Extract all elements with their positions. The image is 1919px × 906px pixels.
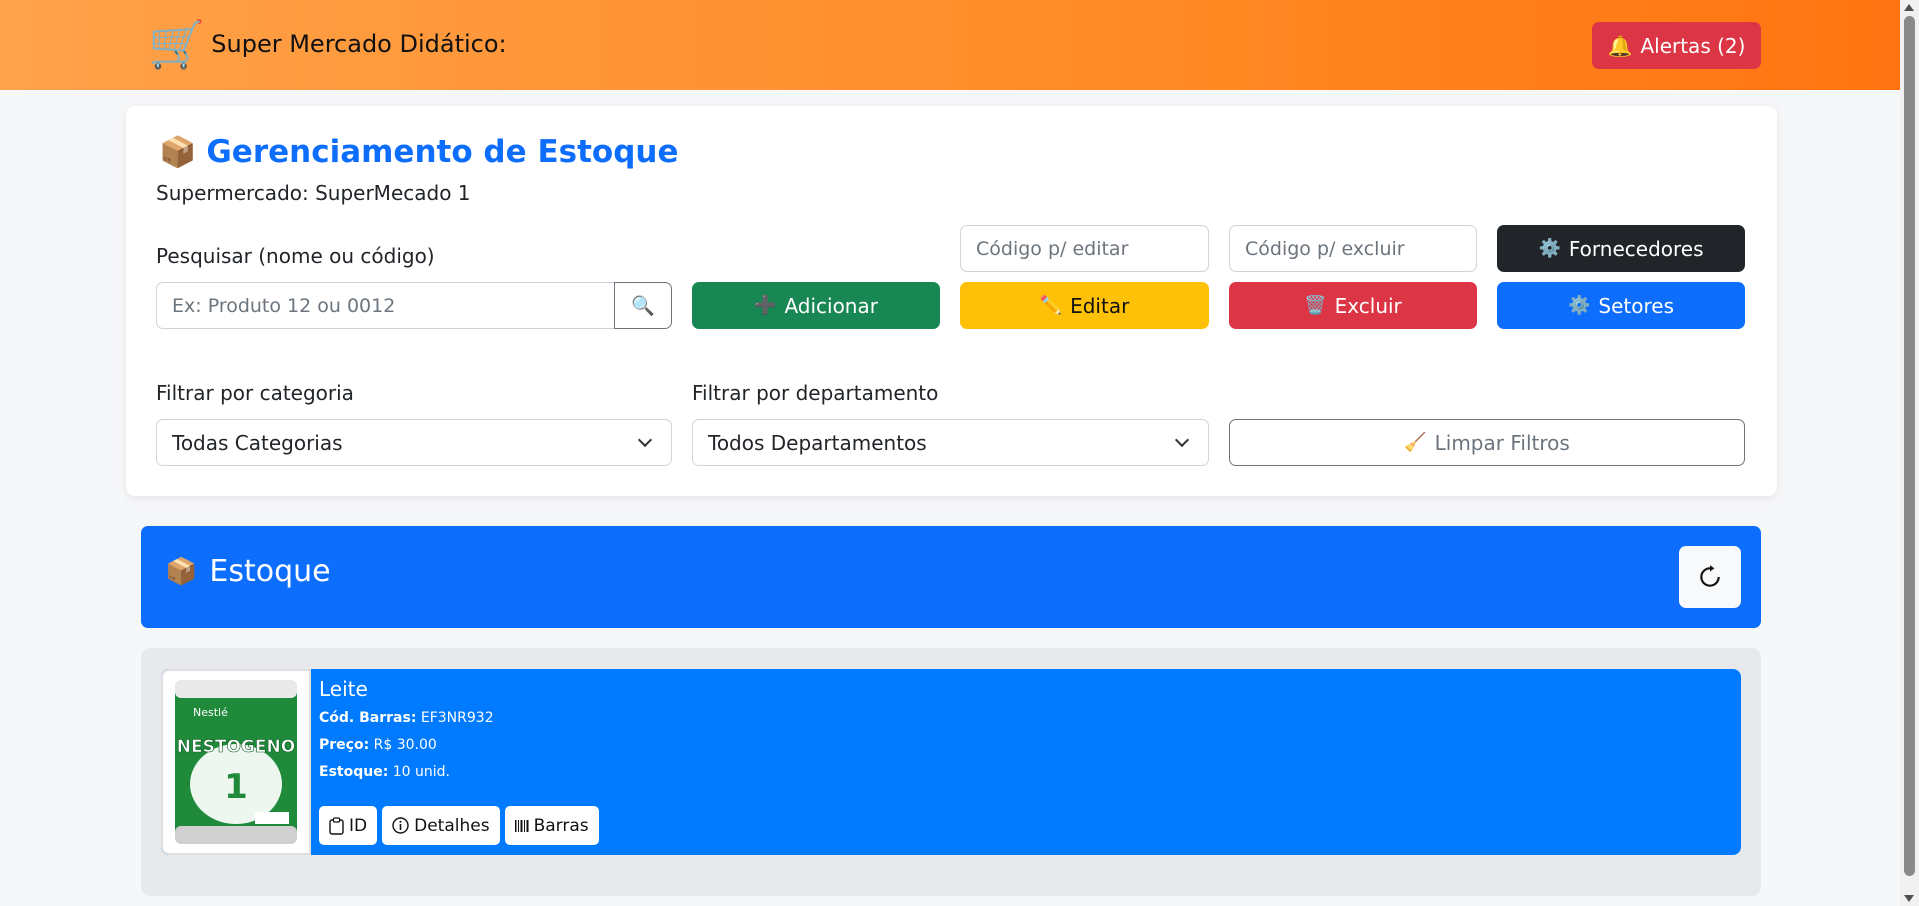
page-scrollbar[interactable] [1900, 0, 1919, 906]
plus-icon: ➕ [754, 295, 777, 316]
info-icon [392, 817, 409, 834]
product-details-button[interactable]: Detalhes [382, 806, 500, 845]
chevron-down-icon [637, 432, 653, 447]
product-info: Leite Cód. Barras: EF3NR932 Preço: R$ 30… [319, 677, 494, 786]
bell-icon: 🔔 [1607, 33, 1633, 58]
add-button-label: Adicionar [784, 293, 878, 318]
pencil-icon: ✏️ [1039, 295, 1063, 316]
sectors-button-label: Setores [1598, 293, 1674, 318]
price-label: Preço: [319, 737, 370, 753]
product-id-label: ID [349, 815, 368, 836]
barcode-icon [514, 819, 529, 832]
product-details-label: Detalhes [414, 815, 490, 836]
delete-code-input[interactable] [1229, 225, 1477, 272]
scroll-up-arrow-icon[interactable] [1904, 4, 1914, 11]
trash-icon: 🗑️ [1304, 295, 1327, 316]
product-barcode-line: Cód. Barras: EF3NR932 [319, 705, 494, 732]
search-group: 🔍 [156, 282, 672, 329]
shopping-cart-icon: 🛒 [148, 17, 206, 71]
product-card[interactable]: Nestlé NESTOGENO 1 Leite Cód. Barras: EF… [161, 669, 1741, 855]
broom-icon: 🧹 [1404, 432, 1427, 453]
brand[interactable]: 🛒 Super Mercado Didático: [148, 16, 507, 72]
alerts-label: Alertas (2) [1640, 33, 1746, 58]
milk-can-image: Nestlé NESTOGENO 1 [175, 680, 297, 844]
stock-title-text: Estoque [209, 554, 331, 589]
magnifier-icon: 🔍 [631, 295, 655, 317]
product-stock-line: Estoque: 10 unid. [319, 759, 494, 786]
clear-filters-button[interactable]: 🧹 Limpar Filtros [1229, 419, 1745, 466]
package-icon: 📦 [159, 134, 197, 170]
stock-management-card: 📦 Gerenciamento de Estoque Supermercado:… [126, 106, 1777, 496]
department-filter-label: Filtrar por departamento [692, 381, 939, 405]
edit-button[interactable]: ✏️ Editar [960, 282, 1209, 329]
package-icon: 📦 [165, 556, 198, 587]
suppliers-button[interactable]: ⚙️ Fornecedores [1497, 225, 1745, 272]
stock-label: Estoque: [319, 764, 389, 780]
supermarket-label: Supermercado: SuperMecado 1 [156, 181, 471, 205]
image-brand-text: Nestlé [193, 706, 228, 719]
refresh-button[interactable] [1679, 546, 1741, 608]
barcode-label: Cód. Barras: [319, 710, 417, 726]
product-name: Leite [319, 677, 368, 701]
edit-button-label: Editar [1070, 293, 1130, 318]
suppliers-button-label: Fornecedores [1568, 236, 1704, 261]
product-image: Nestlé NESTOGENO 1 [161, 669, 311, 855]
stock-value: 10 unid. [392, 764, 450, 780]
add-button[interactable]: ➕ Adicionar [692, 282, 940, 329]
search-label: Pesquisar (nome ou código) [156, 244, 435, 268]
product-barcode-button[interactable]: Barras [504, 806, 599, 845]
refresh-icon [1700, 565, 1720, 587]
product-actions: ID Detalhes Barras [319, 806, 599, 845]
delete-button[interactable]: 🗑️ Excluir [1229, 282, 1477, 329]
product-id-button[interactable]: ID [319, 806, 378, 845]
image-number-text: 1 [224, 767, 248, 807]
page-title: 📦 Gerenciamento de Estoque [159, 134, 678, 170]
app-title: Super Mercado Didático: [211, 30, 507, 58]
top-navbar: 🛒 Super Mercado Didático: 🔔 Alertas (2) [0, 0, 1900, 90]
category-selected-value: Todas Categorias [172, 430, 343, 455]
product-price-line: Preço: R$ 30.00 [319, 732, 494, 759]
product-list: Nestlé NESTOGENO 1 Leite Cód. Barras: EF… [141, 648, 1761, 896]
category-filter-label: Filtrar por categoria [156, 381, 354, 405]
department-select[interactable]: Todos Departamentos [692, 419, 1209, 466]
stock-section-header: 📦 Estoque [141, 526, 1761, 628]
clear-filters-label: Limpar Filtros [1434, 430, 1570, 455]
alerts-button[interactable]: 🔔 Alertas (2) [1592, 22, 1761, 69]
department-selected-value: Todos Departamentos [708, 430, 927, 455]
gear-icon: ⚙️ [1538, 238, 1561, 259]
chevron-down-icon [1174, 432, 1190, 447]
barcode-value: EF3NR932 [420, 710, 494, 726]
search-button[interactable]: 🔍 [614, 282, 672, 329]
image-product-text: NESTOGENO [177, 737, 295, 757]
product-barcode-label: Barras [533, 815, 589, 836]
delete-button-label: Excluir [1334, 293, 1402, 318]
price-value: R$ 30.00 [373, 737, 437, 753]
scroll-thumb[interactable] [1904, 16, 1915, 876]
search-input[interactable] [156, 282, 614, 329]
sectors-button[interactable]: ⚙️ Setores [1497, 282, 1745, 329]
scroll-down-arrow-icon[interactable] [1904, 895, 1914, 902]
gear-icon: ⚙️ [1567, 295, 1591, 316]
page-title-text: Gerenciamento de Estoque [206, 134, 679, 170]
stock-title: 📦 Estoque [165, 554, 331, 589]
edit-code-input[interactable] [960, 225, 1209, 272]
category-select[interactable]: Todas Categorias [156, 419, 672, 466]
clipboard-icon [329, 816, 344, 835]
